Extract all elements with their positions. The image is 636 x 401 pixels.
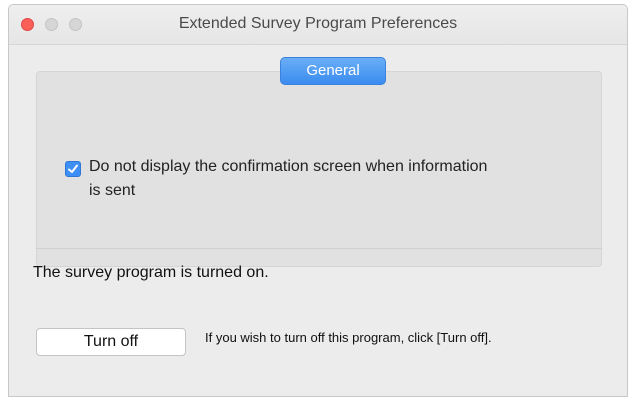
turn-off-hint: If you wish to turn off this program, cl…: [205, 330, 492, 345]
confirmation-label-line2: is sent: [89, 182, 136, 199]
checkmark-icon: [68, 164, 78, 173]
tab-general[interactable]: General: [280, 57, 386, 85]
section-divider: [36, 248, 602, 249]
confirmation-checkbox-label[interactable]: Do not display the confirmation screen w…: [89, 155, 589, 203]
confirmation-label-line1: Do not display the confirmation screen w…: [89, 158, 488, 175]
window-title: Extended Survey Program Preferences: [178, 15, 458, 32]
title-bar: Extended Survey Program Preferences: [9, 5, 627, 45]
turn-off-button[interactable]: Turn off: [36, 328, 186, 356]
confirmation-checkbox[interactable]: [65, 161, 81, 177]
preferences-window: Extended Survey Program Preferences Gene…: [8, 4, 628, 397]
survey-status-text: The survey program is turned on.: [33, 264, 269, 281]
